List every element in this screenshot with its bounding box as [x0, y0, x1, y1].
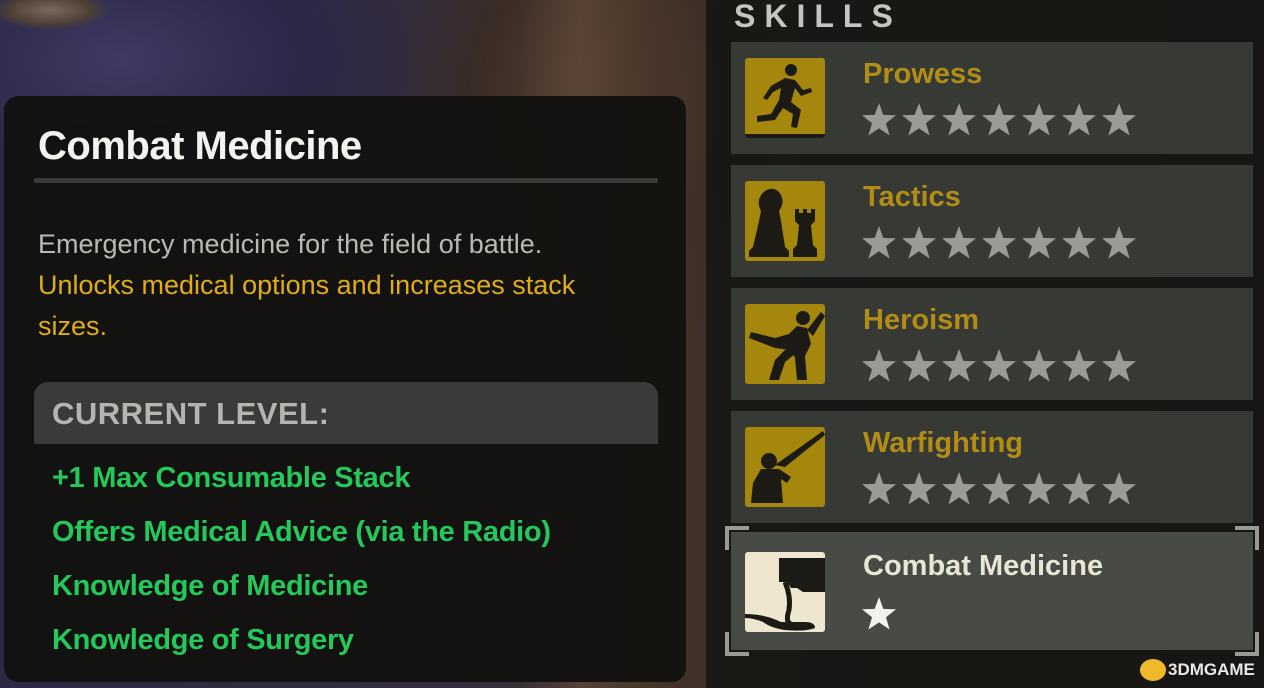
selection-corner [1235, 632, 1259, 656]
star-icon [1061, 225, 1101, 265]
title-divider [34, 178, 658, 183]
skill-stars [861, 471, 1141, 511]
skill-info-title: Combat Medicine [38, 124, 362, 168]
level-effect: Offers Medical Advice (via the Radio) [52, 516, 551, 548]
skill-stars [861, 596, 901, 636]
star-icon [1101, 225, 1141, 265]
medicine-spoon-icon [745, 552, 825, 632]
skill-info-panel: Combat Medicine Emergency medicine for t… [4, 96, 686, 682]
skill-name: Heroism [863, 304, 980, 336]
selection-corner [1235, 526, 1259, 550]
star-icon [1021, 225, 1061, 265]
star-icon [981, 471, 1021, 511]
star-icon [1061, 471, 1101, 511]
star-icon [901, 348, 941, 388]
martial-arts-kick-icon [745, 304, 825, 384]
skill-description: Emergency medicine for the field of batt… [38, 224, 638, 347]
skill-stars [861, 102, 1141, 142]
skill-stars [861, 225, 1141, 265]
star-icon [981, 348, 1021, 388]
chess-pieces-icon [745, 181, 825, 261]
skill-card-combat-medicine[interactable]: Combat Medicine [725, 526, 1259, 656]
rifleman-icon [745, 427, 825, 507]
background-figure [0, 0, 130, 40]
star-icon [1101, 102, 1141, 142]
skills-header: SKILLS [734, 0, 902, 34]
current-level-header: CURRENT LEVEL: [34, 382, 658, 444]
star-icon [941, 102, 981, 142]
star-icon [901, 225, 941, 265]
skill-card-heroism[interactable]: Heroism [731, 288, 1253, 400]
level-effect: Knowledge of Medicine [52, 570, 368, 602]
star-icon [861, 225, 901, 265]
star-icon [1021, 102, 1061, 142]
description-highlight: Unlocks medical options and increases st… [38, 270, 576, 341]
star-icon [941, 225, 981, 265]
star-icon [1061, 348, 1101, 388]
star-icon [901, 102, 941, 142]
skill-card-prowess[interactable]: Prowess [731, 42, 1253, 154]
runner-icon [745, 58, 825, 138]
star-icon [981, 102, 1021, 142]
level-effects-list: +1 Max Consumable Stack Offers Medical A… [52, 458, 551, 674]
watermark: 3DMGAME [1140, 656, 1255, 684]
star-icon [1101, 348, 1141, 388]
selection-corner [725, 632, 749, 656]
star-icon [941, 471, 981, 511]
description-text: Emergency medicine for the field of batt… [38, 229, 543, 259]
star-icon [981, 225, 1021, 265]
skill-name: Prowess [863, 58, 983, 90]
star-icon [861, 596, 901, 636]
skill-card-tactics[interactable]: Tactics [731, 165, 1253, 277]
star-icon [1101, 471, 1141, 511]
skill-name: Tactics [863, 181, 961, 213]
star-icon [941, 348, 981, 388]
skill-stars [861, 348, 1141, 388]
star-icon [1021, 471, 1061, 511]
skill-name: Combat Medicine [863, 550, 1104, 582]
star-icon [861, 348, 901, 388]
star-icon [1061, 102, 1101, 142]
level-effect: Knowledge of Surgery [52, 624, 354, 656]
watermark-text: 3DMGAME [1168, 660, 1255, 679]
selection-corner [725, 526, 749, 550]
level-effect: +1 Max Consumable Stack [52, 462, 411, 494]
star-icon [861, 102, 901, 142]
star-icon [861, 471, 901, 511]
skill-name: Warfighting [863, 427, 1023, 459]
watermark-logo-icon [1140, 659, 1166, 681]
star-icon [1021, 348, 1061, 388]
current-level-label: CURRENT LEVEL: [52, 396, 330, 431]
skill-card-warfighting[interactable]: Warfighting [731, 411, 1253, 523]
star-icon [901, 471, 941, 511]
